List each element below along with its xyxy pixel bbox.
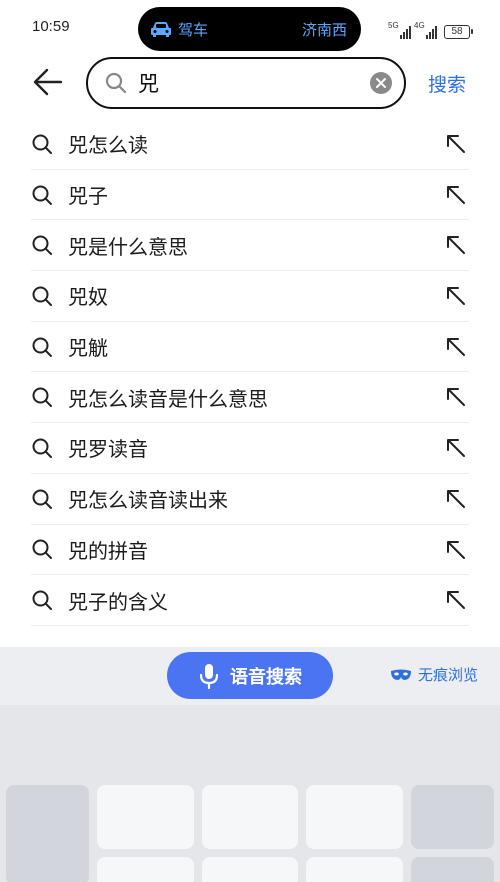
suggestion-item[interactable]: 兕觥 (31, 322, 469, 373)
search-icon (32, 286, 52, 306)
search-input[interactable] (138, 69, 358, 97)
suggestion-text: 兕的拼音 (68, 538, 148, 563)
status-time: 10:59 (32, 18, 70, 35)
keyboard-key[interactable] (411, 785, 494, 849)
keyboard-key[interactable] (6, 785, 89, 882)
suggestion-text: 兕是什么意思 (68, 234, 188, 259)
battery-icon: 58 (444, 25, 473, 39)
search-icon (32, 438, 52, 458)
status-bar: 10:59 驾车 济南西 5G 4G 58 (0, 0, 500, 56)
fill-query-arrow-icon[interactable] (445, 285, 467, 307)
suggestion-item[interactable]: 兕怎么读音读出来 (31, 474, 469, 525)
suggestion-item[interactable]: 兕子 (31, 170, 469, 221)
search-box[interactable] (86, 57, 406, 109)
back-arrow-icon (33, 68, 63, 96)
search-icon (32, 337, 52, 357)
suggestion-text: 兕怎么读音读出来 (68, 488, 228, 513)
suggestion-text: 兕怎么读音是什么意思 (68, 386, 268, 411)
fill-query-arrow-icon[interactable] (445, 336, 467, 358)
keyboard-key[interactable] (411, 857, 494, 882)
navigation-island[interactable]: 驾车 济南西 (138, 7, 361, 51)
fill-query-arrow-icon[interactable] (445, 539, 467, 561)
back-button[interactable] (30, 64, 66, 100)
car-icon (150, 20, 172, 42)
keyboard-key[interactable] (97, 857, 194, 882)
mask-icon (391, 669, 411, 680)
status-indicators: 5G 4G 58 (388, 17, 473, 39)
fill-query-arrow-icon[interactable] (445, 437, 467, 459)
keyboard-key[interactable] (202, 785, 298, 849)
fill-query-arrow-icon[interactable] (445, 386, 467, 408)
suggestion-item[interactable]: 兕是什么意思 (31, 220, 469, 272)
fill-query-arrow-icon[interactable] (445, 488, 467, 510)
search-button[interactable]: 搜索 (428, 70, 466, 97)
suggestion-text: 兕子的含义 (68, 589, 168, 614)
suggestion-list: 兕怎么读 兕子 兕是什么意思 兕奴 兕觥 兕怎么读音是什么意思 兕罗读音 兕怎么… (31, 119, 469, 626)
incognito-browse-button[interactable]: 无痕浏览 (390, 664, 478, 685)
search-icon (32, 134, 52, 154)
keyboard-key[interactable] (97, 785, 194, 849)
suggestion-text: 兕罗读音 (68, 437, 148, 462)
search-icon (105, 72, 127, 94)
search-icon (32, 387, 52, 408)
fill-query-arrow-icon[interactable] (445, 133, 467, 155)
fill-query-arrow-icon[interactable] (445, 184, 467, 206)
close-icon (376, 78, 386, 88)
fill-query-arrow-icon[interactable] (445, 589, 467, 611)
suggestion-item[interactable]: 兕奴 (31, 271, 469, 322)
suggestion-text: 兕子 (68, 184, 108, 209)
microphone-icon (199, 663, 219, 689)
search-icon (32, 489, 52, 509)
search-icon (32, 185, 52, 205)
fill-query-arrow-icon[interactable] (445, 234, 467, 256)
navigation-mode-label: 驾车 (178, 21, 209, 39)
signal-5g-icon: 5G (388, 21, 411, 39)
keyboard-key[interactable] (306, 785, 403, 849)
suggestion-item[interactable]: 兕子的含义 (31, 575, 469, 626)
suggestion-item[interactable]: 兕的拼音 (31, 525, 469, 576)
suggestion-text: 兕怎么读 (68, 133, 148, 158)
navigation-destination: 济南西 (301, 21, 347, 39)
search-icon (32, 235, 52, 256)
suggestion-item[interactable]: 兕怎么读 (31, 119, 469, 170)
keyboard-key[interactable] (306, 857, 403, 882)
voice-search-label: 语音搜索 (230, 666, 302, 688)
suggestion-text: 兕觥 (68, 336, 108, 361)
suggestion-text: 兕奴 (68, 285, 108, 310)
keyboard-key[interactable] (202, 857, 298, 882)
incognito-label: 无痕浏览 (418, 666, 479, 684)
voice-search-button[interactable]: 语音搜索 (167, 652, 333, 699)
suggestion-item[interactable]: 兕怎么读音是什么意思 (31, 372, 469, 424)
suggestion-item[interactable]: 兕罗读音 (31, 423, 469, 474)
signal-4g-icon: 4G (414, 21, 437, 39)
search-icon (32, 590, 52, 611)
search-icon (32, 539, 52, 560)
keyboard (0, 705, 500, 882)
clear-button[interactable] (370, 72, 392, 94)
